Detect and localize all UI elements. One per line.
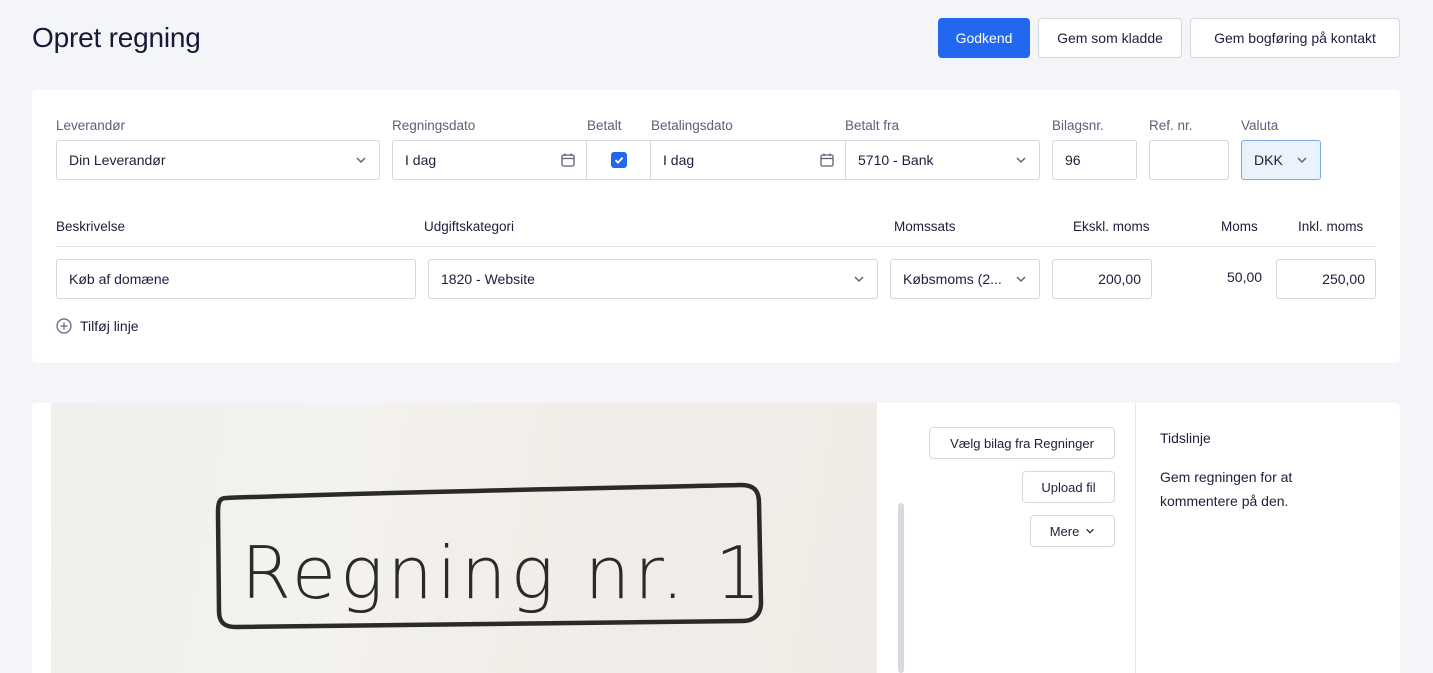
- voucher-no-value: 96: [1065, 152, 1081, 168]
- paid-from-select[interactable]: 5710 - Bank: [845, 140, 1040, 180]
- ref-no-input[interactable]: [1149, 140, 1229, 180]
- chevron-down-icon: [1086, 528, 1095, 534]
- chevron-down-icon: [1015, 273, 1027, 285]
- bill-date-label: Regningsdato: [392, 118, 476, 133]
- supplier-label: Leverandør: [56, 118, 126, 133]
- paid-label: Betalt: [587, 118, 622, 133]
- check-icon: [614, 156, 623, 164]
- paid-from-value: 5710 - Bank: [858, 152, 934, 168]
- timeline-separator: [1135, 403, 1136, 673]
- paid-from-label: Betalt fra: [845, 118, 900, 133]
- more-button[interactable]: Mere: [1030, 515, 1115, 547]
- line-description-value: Køb af domæne: [69, 271, 170, 287]
- payment-date-input[interactable]: I dag: [650, 140, 846, 180]
- attachment-preview: Regning nr. 1: [51, 403, 877, 673]
- add-line-button[interactable]: Tilføj linje: [56, 318, 139, 334]
- calendar-icon[interactable]: [819, 152, 835, 168]
- chevron-down-icon: [1296, 154, 1308, 166]
- currency-value: DKK: [1254, 152, 1283, 168]
- line-description-input[interactable]: Køb af domæne: [56, 259, 416, 299]
- add-line-label: Tilføj linje: [80, 318, 139, 334]
- chevron-down-icon: [853, 273, 865, 285]
- col-incl-vat: Inkl. moms: [1298, 219, 1364, 234]
- col-category: Udgiftskategori: [424, 219, 515, 234]
- handwritten-text: Regning nr. 1: [241, 531, 765, 615]
- currency-label: Valuta: [1241, 118, 1279, 133]
- bill-date-input[interactable]: I dag: [392, 140, 587, 180]
- paid-checkbox-cell: [586, 140, 651, 180]
- line-excl-vat-input[interactable]: 200,00: [1052, 259, 1152, 299]
- supplier-select[interactable]: Din Leverandør: [56, 140, 380, 180]
- approve-button[interactable]: Godkend: [938, 18, 1030, 58]
- chevron-down-icon: [1015, 154, 1027, 166]
- save-draft-button[interactable]: Gem som kladde: [1038, 18, 1182, 58]
- supplier-value: Din Leverandør: [69, 152, 166, 168]
- line-category-value: 1820 - Website: [441, 271, 535, 287]
- calendar-icon[interactable]: [560, 152, 576, 168]
- line-incl-vat-value: 250,00: [1322, 271, 1365, 287]
- payment-date-value: I dag: [663, 152, 695, 168]
- line-incl-vat-input[interactable]: 250,00: [1276, 259, 1376, 299]
- ref-no-label: Ref. nr.: [1149, 118, 1193, 133]
- col-vat: Moms: [1221, 219, 1258, 234]
- payment-date-label: Betalingsdato: [651, 118, 733, 133]
- page-title: Opret regning: [32, 22, 201, 53]
- currency-select[interactable]: DKK: [1241, 140, 1321, 180]
- voucher-no-input[interactable]: 96: [1052, 140, 1137, 180]
- paid-checkbox[interactable]: [610, 152, 627, 168]
- col-excl-vat: Ekskl. moms: [1073, 219, 1150, 234]
- save-posting-button[interactable]: Gem bogføring på kontakt: [1190, 18, 1400, 58]
- plus-circle-icon: [56, 318, 72, 334]
- line-excl-vat-value: 200,00: [1098, 271, 1141, 287]
- line-category-select[interactable]: 1820 - Website: [428, 259, 878, 299]
- bill-date-value: I dag: [405, 152, 437, 168]
- preview-scrollbar[interactable]: [898, 503, 904, 673]
- voucher-no-label: Bilagsnr.: [1052, 118, 1104, 133]
- chevron-down-icon: [355, 154, 367, 166]
- col-vat-rate: Momssats: [894, 219, 956, 234]
- line-vat-rate-select[interactable]: Købsmoms (2...: [890, 259, 1040, 299]
- more-label: Mere: [1049, 523, 1080, 539]
- timeline-text: Gem regningen for at kommentere på den.: [1160, 469, 1293, 509]
- line-vat-value: 50,00: [1227, 269, 1263, 285]
- header-divider: [56, 246, 1376, 247]
- col-description: Beskrivelse: [56, 219, 126, 234]
- choose-from-bills-button[interactable]: Vælg bilag fra Regninger: [929, 427, 1115, 459]
- upload-file-button[interactable]: Upload fil: [1022, 471, 1115, 503]
- line-vat-rate-value: Købsmoms (2...: [903, 271, 1002, 287]
- timeline-title: Tidslinje: [1160, 430, 1211, 446]
